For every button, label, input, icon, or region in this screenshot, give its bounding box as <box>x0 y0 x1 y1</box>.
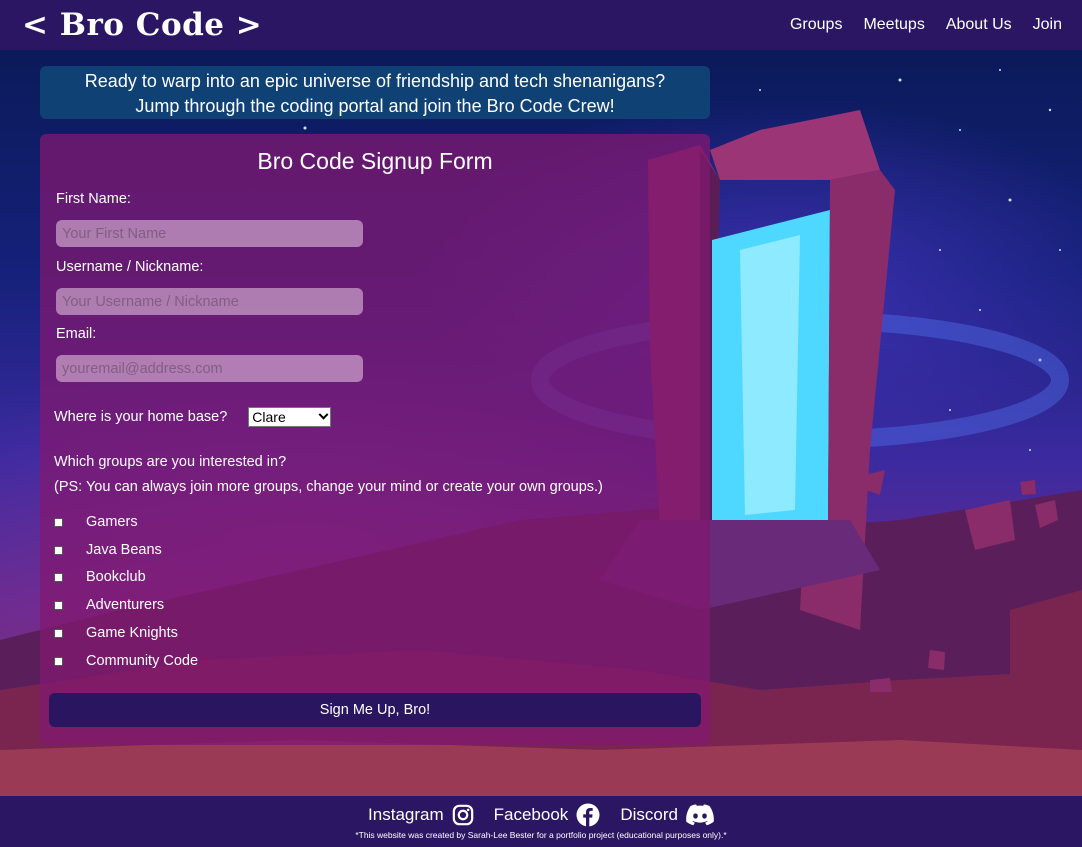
nav-link-meetups[interactable]: Meetups <box>863 16 924 34</box>
groups-question: Which groups are you interested in? <box>54 454 287 470</box>
banner-line-2: Jump through the coding portal and join … <box>135 96 615 116</box>
social-links: Instagram Facebook Discord <box>0 803 1082 827</box>
signup-form: Bro Code Signup Form First Name: Usernam… <box>40 134 710 745</box>
banner-line-1: Ready to warp into an epic universe of f… <box>84 71 666 91</box>
footer-credit: *This website was created by Sarah-Lee B… <box>355 830 727 840</box>
instagram-icon <box>452 804 473 826</box>
username-label: Username / Nickname: <box>56 259 204 275</box>
group-label: Game Knights <box>86 625 178 641</box>
nav-link-about-us[interactable]: About Us <box>946 16 1012 34</box>
home-base-label: Where is your home base? <box>54 409 228 425</box>
home-base-select[interactable]: Clare <box>248 407 332 427</box>
facebook-icon <box>576 803 600 827</box>
nav-link-groups[interactable]: Groups <box>790 16 842 34</box>
group-checkbox[interactable] <box>54 656 63 666</box>
group-checkbox[interactable] <box>54 572 63 582</box>
group-label: Adventurers <box>86 597 165 613</box>
site-header: < Bro Code > Groups Meetups About Us Joi… <box>0 0 1082 50</box>
social-link-instagram[interactable]: Instagram <box>368 804 474 826</box>
intro-banner: Ready to warp into an epic universe of f… <box>40 66 710 119</box>
username-input[interactable] <box>56 288 363 315</box>
group-checkbox[interactable] <box>54 600 63 610</box>
group-label: Community Code <box>86 653 199 669</box>
discord-icon <box>686 804 714 826</box>
group-option-adventurers[interactable]: Adventurers <box>54 597 164 613</box>
submit-button[interactable]: Sign Me Up, Bro! <box>49 693 701 727</box>
groups-note: (PS: You can always join more groups, ch… <box>54 479 603 495</box>
home-base-selected-value: Clare <box>252 409 286 425</box>
group-option-community-code[interactable]: Community Code <box>54 653 198 669</box>
site-footer: Instagram Facebook Discord *This website… <box>0 796 1082 847</box>
group-label: Gamers <box>86 514 138 530</box>
social-label: Discord <box>620 805 678 824</box>
social-link-discord[interactable]: Discord <box>620 804 714 826</box>
main-nav: Groups Meetups About Us Join <box>790 16 1062 34</box>
group-label: Bookclub <box>86 569 146 585</box>
group-checkbox[interactable] <box>54 517 63 527</box>
social-label: Facebook <box>493 805 569 824</box>
email-input[interactable] <box>56 355 363 382</box>
social-label: Instagram <box>368 805 444 824</box>
group-option-bookclub[interactable]: Bookclub <box>54 569 146 585</box>
group-option-game-knights[interactable]: Game Knights <box>54 625 178 641</box>
home-base-row: Where is your home base? Clare <box>54 407 332 427</box>
chevron-down-icon <box>318 409 329 420</box>
group-checkbox[interactable] <box>54 628 63 638</box>
site-logo[interactable]: < Bro Code > <box>22 7 262 43</box>
first-name-label: First Name: <box>56 191 131 207</box>
form-title: Bro Code Signup Form <box>257 148 493 174</box>
group-option-java-beans[interactable]: Java Beans <box>54 542 162 558</box>
social-link-facebook[interactable]: Facebook <box>494 803 601 827</box>
nav-link-join[interactable]: Join <box>1033 16 1062 34</box>
email-label: Email: <box>56 326 97 342</box>
group-option-gamers[interactable]: Gamers <box>54 514 138 530</box>
first-name-input[interactable] <box>56 220 363 247</box>
group-checkbox[interactable] <box>54 545 63 555</box>
group-label: Java Beans <box>86 542 162 558</box>
